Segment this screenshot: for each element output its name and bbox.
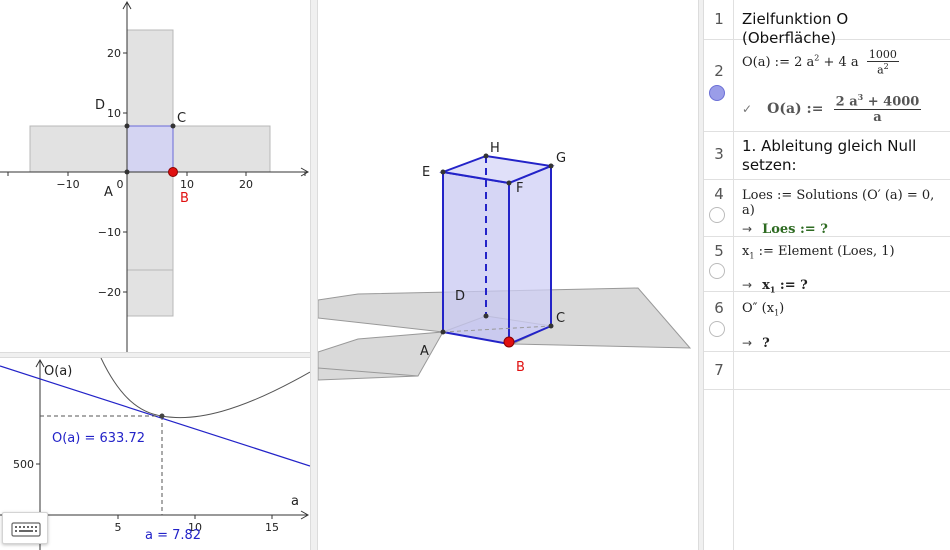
row-number: 4: [704, 180, 734, 236]
cas-row-2[interactable]: 2 O(a) := 2 a2 + 4 a 1000 a2 ✓ O(a) := 2 …: [704, 40, 950, 132]
cas-output: → Loes := ?: [742, 222, 828, 237]
cas-input[interactable]: O″ (x1): [742, 301, 946, 318]
point-label-b: B: [516, 360, 525, 375]
cas-output: ✓ O(a) := 2 a3 + 4000 a: [742, 92, 922, 126]
graphics-view-3d[interactable]: E H G F D C A B: [318, 0, 698, 550]
row-number: 6: [704, 292, 734, 351]
o-axis-label: O(a): [44, 364, 72, 379]
graphics-view-function[interactable]: O(a) a 5 10 15 500 O(a) = 633.72 a = 7.8…: [0, 358, 310, 550]
row-number: 5: [704, 237, 734, 291]
x-tick-label: 10: [180, 178, 194, 191]
cas-input[interactable]: O(a) := 2 a2 + 4 a 1000 a2: [742, 48, 946, 77]
point-label-a: A: [104, 185, 113, 200]
geogebra-app: −10 10 20 0 20 10 −10 −20 D C A B O(a) a…: [0, 0, 950, 550]
scene-3d: E H G F D C A B: [318, 141, 692, 381]
point-label-d: D: [95, 98, 105, 113]
point-label-f: F: [516, 181, 523, 196]
keyboard-icon: [11, 522, 41, 537]
net-top-face: [126, 29, 174, 127]
visibility-toggle[interactable]: [709, 85, 725, 101]
visibility-toggle[interactable]: [709, 207, 725, 223]
graphics-view-2d[interactable]: −10 10 20 0 20 10 −10 −20 D C A B: [0, 0, 310, 352]
visibility-toggle[interactable]: [709, 321, 725, 337]
point-label-c: C: [556, 311, 565, 326]
cas-row-5[interactable]: 5 x1 := Element (Loes, 1) → x1 := ?: [704, 237, 950, 295]
cas-row-7[interactable]: 7: [704, 352, 950, 390]
o-tick-label: 500: [13, 458, 34, 471]
cas-view: 1 Zielfunktion O (Oberfläche) 2 O(a) := …: [704, 0, 950, 550]
y-tick-label: −10: [98, 226, 121, 239]
a-axis-label: a: [291, 494, 299, 509]
row-number: 3: [704, 132, 734, 179]
y-tick-label: 10: [107, 107, 121, 120]
net-right-face: [172, 125, 271, 173]
curve-point[interactable]: [159, 413, 165, 419]
row-number: 7: [704, 352, 734, 389]
row-number: 1: [704, 0, 734, 39]
cas-row-6[interactable]: 6 O″ (x1) →?: [704, 292, 950, 352]
point-a[interactable]: [124, 169, 130, 175]
row-number: 2: [704, 40, 734, 131]
origin-label: 0: [117, 178, 124, 191]
point-label-d: D: [455, 289, 465, 304]
a-value-label: a = 7.82: [145, 528, 201, 543]
point-label-h: H: [490, 141, 500, 156]
point-label-g: G: [556, 151, 566, 166]
coordinate-plane: −10 10 20 0 20 10 −10 −20 D C A B: [0, 0, 310, 352]
cas-output: →?: [742, 336, 770, 351]
cas-row-3[interactable]: 3 1. Ableitung gleich Null setzen:: [704, 132, 950, 180]
point-label-b: B: [180, 191, 189, 206]
point-d[interactable]: [124, 123, 130, 129]
net-bottom-face: [126, 171, 174, 271]
box-front-face: [442, 170, 510, 346]
point-b-draggable[interactable]: [168, 167, 178, 177]
virtual-keyboard-button[interactable]: [2, 512, 48, 544]
arrow-icon: →: [742, 222, 753, 236]
x-tick-label: −10: [56, 178, 79, 191]
value-label: O(a) = 633.72: [52, 431, 145, 446]
x-tick-label: 20: [239, 178, 253, 191]
cas-row-1[interactable]: 1 Zielfunktion O (Oberfläche): [704, 0, 950, 47]
point-label-e: E: [422, 165, 430, 180]
row-text[interactable]: 1. Ableitung gleich Null setzen:: [742, 137, 946, 175]
cas-row-4[interactable]: 4 Loes := Solutions (O′ (a) = 0, a) → Loe…: [704, 180, 950, 237]
point-b-draggable-3d[interactable]: [503, 336, 515, 348]
row-number-gutter: [704, 390, 734, 550]
net-left-face: [29, 125, 128, 173]
net-lid-face: [126, 269, 174, 317]
net-base-square: [126, 125, 174, 173]
arrow-icon: →: [742, 336, 753, 350]
a-tick-label: 5: [115, 521, 122, 534]
check-icon: ✓: [742, 102, 753, 117]
point-c[interactable]: [170, 123, 176, 129]
a-tick-label: 15: [265, 521, 279, 534]
point-label-a: A: [420, 344, 429, 359]
cas-input[interactable]: x1 := Element (Loes, 1): [742, 244, 946, 261]
visibility-toggle[interactable]: [709, 263, 725, 279]
point-label-c: C: [177, 111, 186, 126]
arrow-icon: →: [742, 278, 753, 292]
y-tick-label: −20: [98, 286, 121, 299]
vertical-splitter-left[interactable]: [310, 0, 318, 550]
cas-input[interactable]: Loes := Solutions (O′ (a) = 0, a): [742, 188, 946, 218]
y-tick-label: 20: [107, 47, 121, 60]
